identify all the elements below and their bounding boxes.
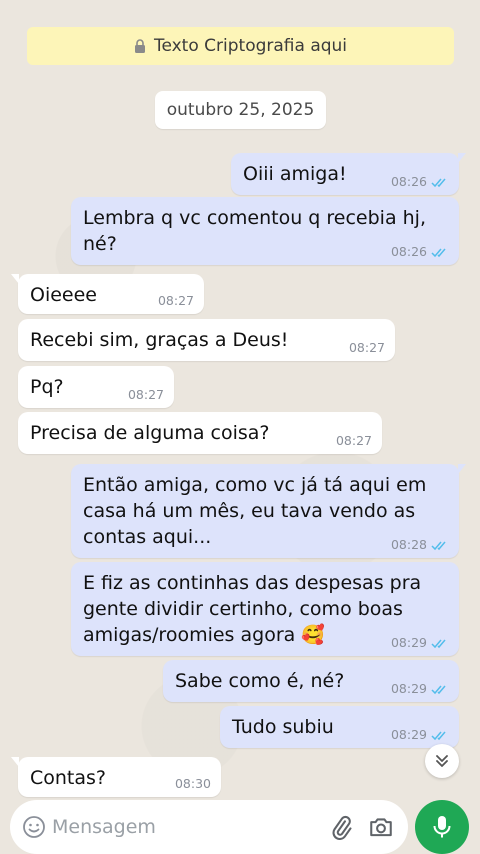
mic-icon xyxy=(433,816,451,838)
message-bubble-incoming[interactable]: Oieeee 08:27 xyxy=(11,274,204,314)
mic-button[interactable] xyxy=(415,800,469,854)
message-time: 08:28 xyxy=(390,537,427,552)
message-time: 08:29 xyxy=(390,681,427,696)
double-check-icon xyxy=(431,541,446,550)
message-meta: 08:26 xyxy=(391,245,449,259)
message-meta: 08:27 xyxy=(158,294,194,308)
double-check-icon xyxy=(431,731,446,740)
message-time: 08:29 xyxy=(390,635,427,650)
message-bubble-outgoing[interactable]: Então amiga, como vc já tá aqui em casa … xyxy=(71,464,466,558)
encryption-text: Texto Criptografia aqui xyxy=(153,36,348,56)
chevron-double-down-icon xyxy=(436,755,448,767)
scroll-to-bottom-button[interactable] xyxy=(425,744,459,778)
message-meta: 08:26 xyxy=(391,175,449,189)
message-meta: 08:27 xyxy=(128,388,164,402)
camera-icon[interactable] xyxy=(368,814,394,840)
double-check-icon xyxy=(431,639,446,648)
message-meta: 08:29 xyxy=(391,728,449,742)
emoji-icon[interactable] xyxy=(22,815,46,839)
message-composer xyxy=(10,800,408,854)
double-check-icon xyxy=(431,178,446,187)
message-time: 08:29 xyxy=(390,727,427,742)
message-meta: 08:29 xyxy=(391,682,449,696)
date-chip: outubro 25, 2025 xyxy=(155,91,326,129)
message-meta: 08:30 xyxy=(175,777,211,791)
message-bubble-outgoing[interactable]: Lembra q vc comentou q recebia hj, né? 0… xyxy=(71,197,459,265)
message-time: 08:27 xyxy=(127,387,164,402)
encryption-notice[interactable]: Texto Criptografia aqui xyxy=(27,27,454,65)
message-meta: 08:27 xyxy=(349,341,385,355)
message-bubble-outgoing[interactable]: E fiz as continhas das despesas pra gent… xyxy=(71,562,459,656)
message-bubble-outgoing[interactable]: Oiii amiga! 08:26 xyxy=(231,153,466,195)
message-time: 08:26 xyxy=(390,174,427,189)
message-bubble-incoming[interactable]: Precisa de alguma coisa? 08:27 xyxy=(18,412,382,454)
double-check-icon xyxy=(431,248,446,257)
message-time: 08:27 xyxy=(157,293,194,308)
double-check-icon xyxy=(431,685,446,694)
message-bubble-outgoing[interactable]: Sabe como é, né? 08:29 xyxy=(163,660,459,702)
message-time: 08:26 xyxy=(390,244,427,259)
message-meta: 08:27 xyxy=(336,434,372,448)
message-time: 08:27 xyxy=(348,340,385,355)
message-meta: 08:29 xyxy=(391,636,449,650)
message-input[interactable] xyxy=(52,812,302,842)
message-bubble-incoming[interactable]: Contas? 08:30 xyxy=(11,757,221,797)
lock-icon xyxy=(134,39,145,53)
message-meta: 08:28 xyxy=(391,538,449,552)
message-time: 08:30 xyxy=(174,776,211,791)
message-bubble-incoming[interactable]: Pq? 08:27 xyxy=(18,366,174,408)
message-text: Precisa de alguma coisa? xyxy=(30,422,270,444)
message-time: 08:27 xyxy=(335,433,372,448)
message-text: Recebi sim, graças a Deus! xyxy=(30,329,289,351)
message-bubble-outgoing[interactable]: Tudo subiu 08:29 xyxy=(220,706,459,748)
date-chip-label: outubro 25, 2025 xyxy=(166,100,315,120)
message-bubble-incoming[interactable]: Recebi sim, graças a Deus! 08:27 xyxy=(18,319,395,361)
paperclip-icon[interactable] xyxy=(328,814,354,840)
